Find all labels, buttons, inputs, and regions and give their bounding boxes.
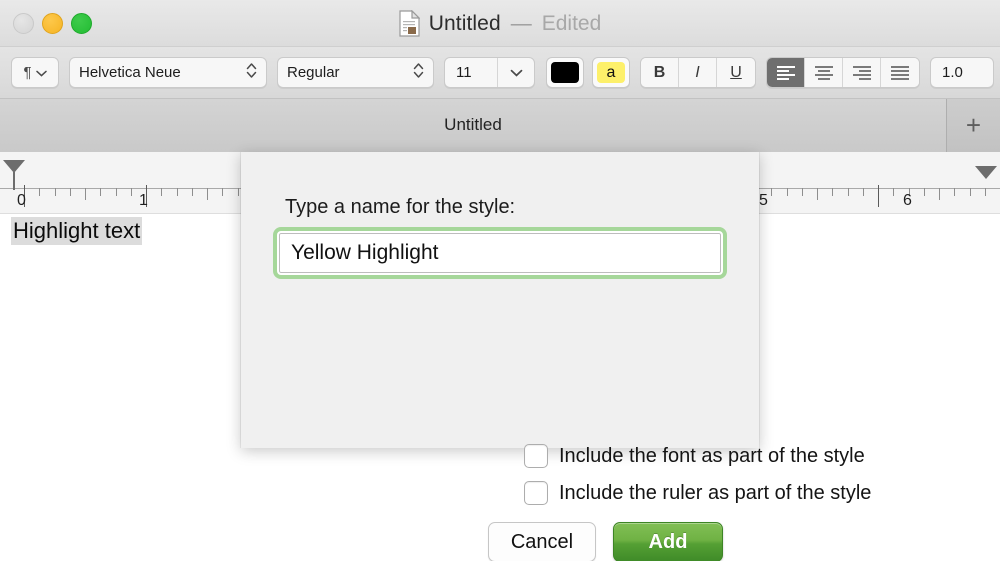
underline-label: U [730,63,742,81]
window-title-text: Untitled [428,11,501,35]
include-font-checkbox[interactable] [524,444,548,468]
ruler-tick [786,188,788,196]
align-justify-icon [891,65,909,80]
ruler-tick [862,188,864,196]
align-center-button[interactable] [805,58,843,87]
format-toolbar: ¶ Helvetica Neue Regular 11 a B I U 1.0 [0,47,1000,99]
text-color-chip [551,62,579,83]
ruler-tick [817,188,818,200]
align-left-button[interactable] [767,58,805,87]
font-style-select[interactable]: Regular [277,57,434,88]
font-family-value: Helvetica Neue [79,64,181,81]
font-size-field[interactable]: 11 [444,57,535,88]
sheet-prompt: Type a name for the style: [285,196,516,218]
include-font-checkbox-row[interactable]: Include the font as part of the style [524,444,865,468]
ruler-tick [984,188,986,196]
sheet-button-row: Cancel Add [488,522,723,561]
document-icon [399,9,421,37]
include-font-label: Include the font as part of the style [559,444,865,467]
ruler-tick [222,188,224,196]
italic-label: I [695,63,700,81]
line-spacing-value: 1.0 [942,64,963,81]
add-label: Add [648,530,688,553]
ruler-tick [69,188,71,196]
include-ruler-checkbox-row[interactable]: Include the ruler as part of the style [524,481,871,505]
text-style-group: B I U [640,57,756,88]
italic-button[interactable]: I [679,58,717,87]
bold-button[interactable]: B [641,58,679,87]
ruler-tick [115,188,117,196]
left-indent-stem [13,172,15,190]
chevron-down-icon[interactable] [498,69,534,77]
stepper-icon [413,61,424,84]
cancel-label: Cancel [510,530,574,553]
align-justify-button[interactable] [881,58,919,87]
ruler-tick [54,188,56,196]
ruler-tick [878,185,879,207]
ruler-tick [161,188,163,196]
ruler-tick [237,188,239,196]
textedit-window: Untitled — Edited ¶ Helvetica Neue Regul… [0,0,1000,561]
add-button[interactable]: Add [613,522,723,561]
ruler-tick [847,188,849,196]
edited-badge: Edited [541,11,602,35]
align-right-icon [852,65,871,80]
alignment-group [766,57,920,88]
align-right-button[interactable] [843,58,881,87]
ruler-tick [207,188,208,200]
bold-label: B [653,63,666,81]
ruler-tick [832,188,834,196]
ruler-tick [39,188,41,196]
paragraph-style-menu[interactable]: ¶ [11,57,59,88]
include-ruler-checkbox[interactable] [524,481,548,505]
pilcrow-icon: ¶ [23,64,32,81]
ruler-tick [100,188,102,196]
tab-untitled[interactable]: Untitled [0,98,947,152]
ruler-number-6: 6 [903,192,912,209]
window-title: Untitled — Edited [0,0,1000,47]
cancel-button[interactable]: Cancel [488,522,596,561]
ruler-tick [801,188,803,196]
line-spacing-select[interactable]: 1.0 [930,57,994,88]
underline-button[interactable]: U [717,58,755,87]
tab-label: Untitled [444,115,502,134]
chevron-down-icon [35,64,47,81]
ruler-tick [969,188,971,196]
style-name-input[interactable]: Yellow Highlight [277,231,723,275]
ruler-tick [939,188,940,200]
ruler-tick [191,188,193,196]
ruler-tick [954,188,956,196]
ruler-tick [893,188,895,196]
include-ruler-label: Include the ruler as part of the style [559,481,872,504]
tab-bar: Untitled + [0,98,1000,152]
add-style-sheet: Type a name for the style: Yellow Highli… [241,152,871,561]
color-swatches: a [546,57,630,88]
title-bar: Untitled — Edited [0,0,1000,47]
highlight-glyph: a [606,63,616,81]
highlight-color-chip: a [597,62,625,83]
ruler-tick [771,188,773,196]
ruler-number-0: 0 [17,192,26,209]
font-size-value: 11 [456,64,472,81]
new-tab-button[interactable]: + [947,98,1000,152]
font-family-select[interactable]: Helvetica Neue [69,57,267,88]
style-name-value: Yellow Highlight [291,241,439,264]
ruler-tick [130,188,132,196]
stepper-icon [246,61,257,84]
align-left-icon [776,65,795,80]
text-color-button[interactable] [546,57,584,88]
ruler-number-5: 5 [759,192,768,209]
plus-icon: + [965,109,982,140]
align-center-icon [814,65,833,80]
ruler-tick [923,188,925,196]
document-text[interactable]: Highlight text [11,217,143,245]
highlight-color-button[interactable]: a [592,57,630,88]
right-indent-marker[interactable] [975,166,997,179]
ruler-number-1: 1 [139,192,148,209]
title-separator: — [510,11,532,35]
font-style-value: Regular [287,64,340,81]
ruler-tick [85,188,86,200]
ruler-tick [176,188,178,196]
